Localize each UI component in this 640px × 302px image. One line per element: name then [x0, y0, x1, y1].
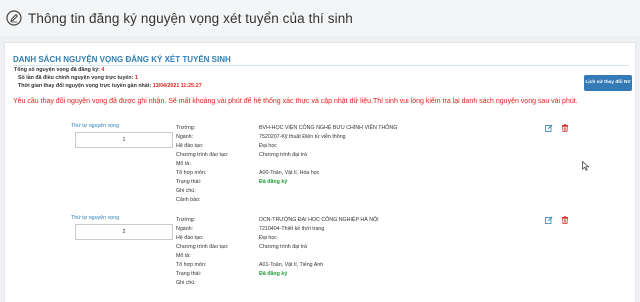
major-value: 7210404-Thiết kế thời trang	[259, 226, 325, 232]
stat-changes-label: Số lần đã điều chỉnh nguyện vọng trực tu…	[18, 75, 134, 81]
change-history-button[interactable]: Lịch sử thay đổi NV	[584, 75, 632, 91]
stat-last-change: Thời gian thay đổi nguyện vọng trực tuyế…	[18, 83, 202, 89]
status-badge: Đã đăng ký	[259, 271, 288, 277]
level-label: Hệ đào tạo:	[176, 143, 204, 149]
list-title: DANH SÁCH NGUYỆN VỌNG ĐĂNG KÝ XÉT TUYỂN …	[13, 55, 231, 64]
status-label: Trạng thái:	[176, 271, 202, 277]
level-value: Đại học	[259, 235, 277, 241]
note-label: Ghi chú:	[176, 188, 196, 194]
order-input[interactable]: 2	[75, 224, 173, 240]
level-value: Đại học	[259, 143, 277, 149]
order-label: Thứ tự nguyện vọng	[71, 215, 120, 221]
edit-icon[interactable]	[545, 216, 553, 224]
combination-label: Tổ hợp môn:	[176, 170, 207, 176]
combination-label: Tổ hợp môn:	[176, 262, 207, 268]
page-header: Thông tin đăng ký nguyện vọng xét tuyển …	[0, 0, 640, 36]
combination-value: A00-Toán, Vật lí, Hóa học	[259, 170, 320, 176]
wish-entry: Thứ tự nguyện vọng 2 Trường: DCN-TRƯỜNG …	[5, 215, 637, 299]
warning-label: Cảnh báo:	[176, 197, 201, 203]
status-badge: Đã đăng ký	[259, 179, 288, 185]
edit-icon[interactable]	[545, 124, 553, 132]
wish-entry: Thứ tự nguyện vọng 1 Trường: BVH-HỌC VIỆ…	[5, 123, 637, 207]
level-label: Hệ đào tạo:	[176, 235, 204, 241]
stat-changes: Số lần đã điều chỉnh nguyện vọng trực tu…	[18, 75, 138, 81]
stat-total: Tổng số nguyện vọng đã đăng ký: 4	[14, 67, 104, 73]
program-label: Chương trình đào tạo:	[176, 244, 229, 250]
major-value: 7520207-Kỹ thuật Điện tử viễn thông	[259, 134, 346, 140]
program-value: Chương trình đại trà	[259, 244, 307, 250]
wish-list-panel: DANH SÁCH NGUYỆN VỌNG ĐĂNG KÝ XÉT TUYỂN …	[4, 42, 636, 302]
stat-last-change-value: 13/04/2021 11:25:27	[152, 83, 202, 89]
edit-note-icon	[6, 10, 22, 26]
school-label: Trường:	[176, 125, 196, 131]
school-label: Trường:	[176, 217, 196, 223]
stat-changes-value: 1	[134, 75, 138, 81]
delete-icon[interactable]	[561, 124, 569, 132]
program-value: Chương trình đại trà	[259, 152, 307, 158]
stat-total-value: 4	[101, 67, 105, 73]
school-value: BVH-HỌC VIỆN CÔNG NGHỆ BƯU CHÍNH VIỄN TH…	[259, 125, 398, 131]
order-label: Thứ tự nguyện vọng	[71, 123, 120, 129]
note-label: Ghi chú:	[176, 280, 196, 286]
major-label: Ngành:	[176, 134, 194, 140]
description-label: Mô tả:	[176, 253, 191, 259]
page-title: Thông tin đăng ký nguyện vọng xét tuyển …	[28, 10, 353, 26]
update-notice: Yêu cầu thay đổi nguyện vọng đã được ghi…	[13, 98, 578, 105]
stat-total-label: Tổng số nguyện vọng đã đăng ký:	[14, 67, 100, 73]
delete-icon[interactable]	[561, 216, 569, 224]
school-value: DCN-TRƯỜNG ĐẠI HỌC CÔNG NGHIỆP HÀ NỘI	[259, 217, 379, 223]
order-input[interactable]: 1	[75, 132, 173, 148]
major-label: Ngành:	[176, 226, 194, 232]
status-label: Trạng thái:	[176, 179, 202, 185]
combination-value: A01-Toán, Vật lí, Tiếng Anh	[259, 262, 324, 268]
program-label: Chương trình đào tạo:	[176, 152, 229, 158]
stat-last-change-label: Thời gian thay đổi nguyện vọng trực tuyế…	[18, 83, 152, 89]
list-divider	[13, 65, 629, 66]
mouse-cursor-icon	[582, 158, 590, 171]
description-label: Mô tả:	[176, 161, 191, 167]
